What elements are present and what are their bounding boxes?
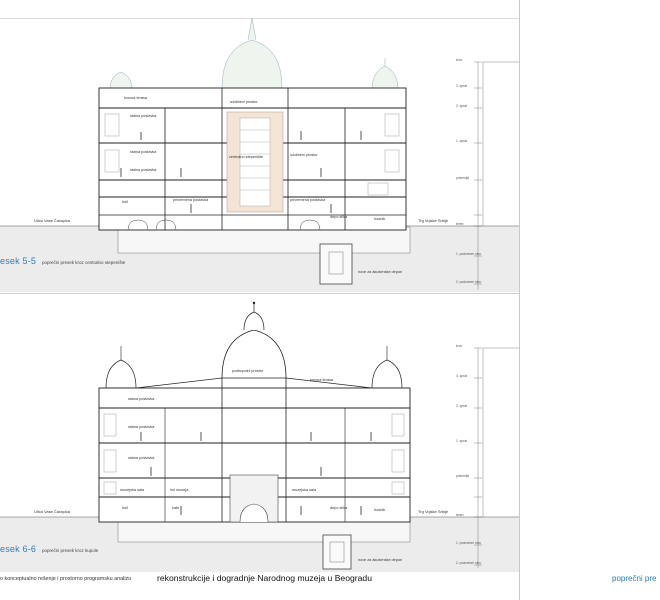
- label-permanent-2-bottom: stalna postavka: [128, 425, 155, 429]
- scale-terrain-bottom: teren: [456, 513, 464, 517]
- scale-floor2-bottom: 2. sprat: [456, 404, 467, 408]
- scale-floor3-bottom: 3. sprat: [456, 374, 467, 378]
- scale-ground-bottom: prizemlje: [456, 474, 470, 478]
- storage-bottom: nove za akušenske depoe: [358, 558, 403, 562]
- label-permanent-3-bottom: stalna postavka: [128, 456, 155, 460]
- section-title-bottom: esek 6-6: [0, 544, 37, 554]
- section-subtitle-bottom: poprečni presek kroz kupole: [42, 548, 99, 553]
- scale-basement1-bottom: 1. podzemni nivo: [456, 541, 481, 545]
- label-permanent-1-top: stalna postavka: [130, 114, 157, 118]
- scale-roof-top: krov: [456, 58, 463, 62]
- label-lobby-bottom: hol muzeja: [170, 488, 189, 492]
- label-permanent-3-top: stalna postavka: [130, 168, 157, 172]
- scale-basement1-top: 1. podzemni nivo: [456, 252, 481, 256]
- label-temporary-2-top: privremena postavka: [290, 198, 326, 202]
- section-subtitle-top: poprečni presek kroz centralno stepeništ…: [42, 260, 126, 265]
- street-left-top: Ulica Vase Čarapića: [34, 218, 70, 223]
- scale-ground-top: prizemlje: [456, 176, 470, 180]
- right-dome: [371, 65, 399, 91]
- drawing-sheet: krovna terasa izložbeni prostor stalna p…: [0, 0, 660, 600]
- footer-next-sheet: poprečni pre: [612, 574, 657, 583]
- label-lobby2-bottom: holl: [122, 506, 128, 510]
- basement: [117, 226, 411, 254]
- left-dome-2: [105, 359, 137, 389]
- label-exhibit-2-top: izložbeni prostor: [290, 153, 318, 157]
- right-dome-2: [371, 359, 403, 389]
- label-dome-space: podkupolni prostor: [232, 369, 264, 373]
- storage-top: nove za akušenske depoe: [358, 270, 403, 274]
- label-depot-top: depo slika: [330, 215, 348, 219]
- label-depot-bottom: depo slika: [330, 506, 348, 510]
- label-staircase-top: hodnik: [374, 217, 386, 221]
- label-temporary-1-top: privremena postavka: [173, 198, 209, 202]
- label-staircase-bottom: hodnik: [374, 508, 386, 512]
- scale-floor3-top: 3. sprat: [456, 84, 467, 88]
- label-exhibit-1-top: izložbeni prostor: [230, 100, 258, 104]
- label-permanent-2-top: stalna postavka: [130, 150, 157, 154]
- label-multipurpose-bottom: muzejska sala: [292, 488, 317, 492]
- label-cafe-bottom: kafe: [172, 506, 180, 510]
- storage-pit: [319, 243, 353, 285]
- label-roof-terrace-bottom: krovna terasa: [310, 378, 334, 382]
- street-left-bottom: Ulica Vase Čarapića: [34, 509, 70, 514]
- scale-floor1-top: 1. sprat: [456, 139, 467, 143]
- street-right-top: Trg Vojske Srbije: [418, 218, 449, 223]
- scale-basement2-bottom: 2. podzemni nivo: [456, 561, 481, 565]
- left-dome: [109, 71, 133, 91]
- label-shop-bottom: muzejska sala: [120, 488, 145, 492]
- section-6-6: [0, 301, 519, 572]
- sections-drawing: [0, 17, 519, 572]
- central-dome: [221, 39, 283, 89]
- label-central-stair-top: centralno stepenište: [229, 155, 263, 159]
- footer-caption: o konceptualno rešenje i prostorno progr…: [0, 576, 132, 582]
- street-right-bottom: Trg Vojske Srbije: [418, 509, 449, 514]
- footer-title: rekonstrukcije i dogradnje Narodnog muze…: [157, 573, 372, 583]
- scale-basement2-top: 2. podzemni nivo: [456, 280, 481, 284]
- scale-roof-bottom: krov: [456, 344, 463, 348]
- scale-terrain-top: teren: [456, 222, 464, 226]
- label-hall-top: holl: [122, 200, 128, 204]
- label-permanent-1-bottom: stalna postavka: [128, 397, 155, 401]
- scale-floor1-bottom: 1. sprat: [456, 439, 467, 443]
- label-roof-terrace-top: krovna terasa: [124, 96, 148, 100]
- section-title-top: esek 5-5: [0, 256, 37, 266]
- scale-floor2-top: 2. sprat: [456, 104, 467, 108]
